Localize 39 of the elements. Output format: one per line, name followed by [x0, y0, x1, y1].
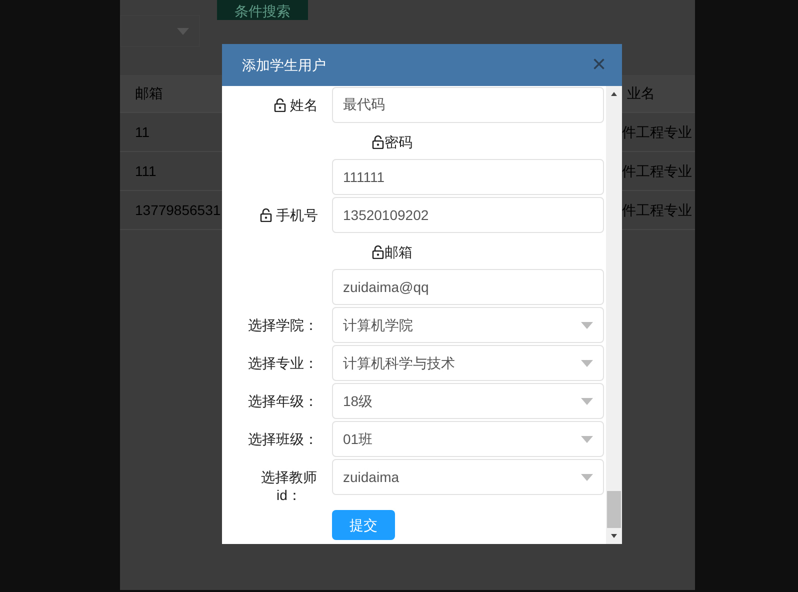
field-label: 选择教师id： [260, 468, 318, 504]
select-field[interactable]: 计算机科学与技术 [332, 345, 604, 381]
padlock-icon [372, 245, 384, 259]
search-button[interactable]: 条件搜索 [217, 0, 308, 20]
padlock-icon [372, 135, 384, 149]
padlock-icon [274, 98, 286, 112]
dialog-title: 添加学生用户 [242, 56, 326, 74]
table-cell-text: 件工程专业 [622, 162, 692, 180]
padlock-icon [260, 208, 272, 222]
select-field[interactable]: 18级 [332, 383, 604, 419]
field-label: 手机号 [276, 206, 318, 224]
column-header: 业名 [627, 84, 655, 103]
table-cell-text: 111 [135, 162, 158, 180]
input-field[interactable]: 最代码 [332, 87, 604, 123]
field-label: 选择年级： [248, 392, 318, 410]
field-label: 选择班级： [248, 430, 318, 448]
input-field[interactable]: 13520109202 [332, 197, 604, 233]
caret-icon [581, 360, 593, 366]
column-header: 邮箱 [135, 84, 163, 103]
caret-icon [581, 322, 593, 328]
caret-icon [581, 398, 593, 404]
input-field[interactable]: zuidaima@qq [332, 269, 604, 305]
table-cell-text: 11 [135, 122, 151, 142]
field-label: 选择专业： [248, 354, 318, 372]
field-label: 选择学院： [248, 316, 318, 334]
field-label: 密码 [384, 132, 412, 152]
select-field[interactable]: zuidaima [332, 459, 604, 495]
table-cell-text: 13779856531 [135, 200, 222, 220]
caret-icon [581, 474, 593, 480]
scrollbar[interactable] [606, 86, 622, 544]
table-cell-text: 件工程专业 [622, 200, 692, 220]
caret-icon [581, 436, 593, 442]
table-cell-text: 件工程专业 [622, 122, 692, 142]
field-label: 姓名 [290, 96, 318, 114]
select-field[interactable]: 01班 [332, 421, 604, 457]
input-field[interactable]: 111111 [332, 159, 604, 195]
field-label: 邮箱 [384, 242, 412, 262]
select-field[interactable]: 计算机学院 [332, 307, 604, 343]
caret-icon [177, 28, 189, 34]
